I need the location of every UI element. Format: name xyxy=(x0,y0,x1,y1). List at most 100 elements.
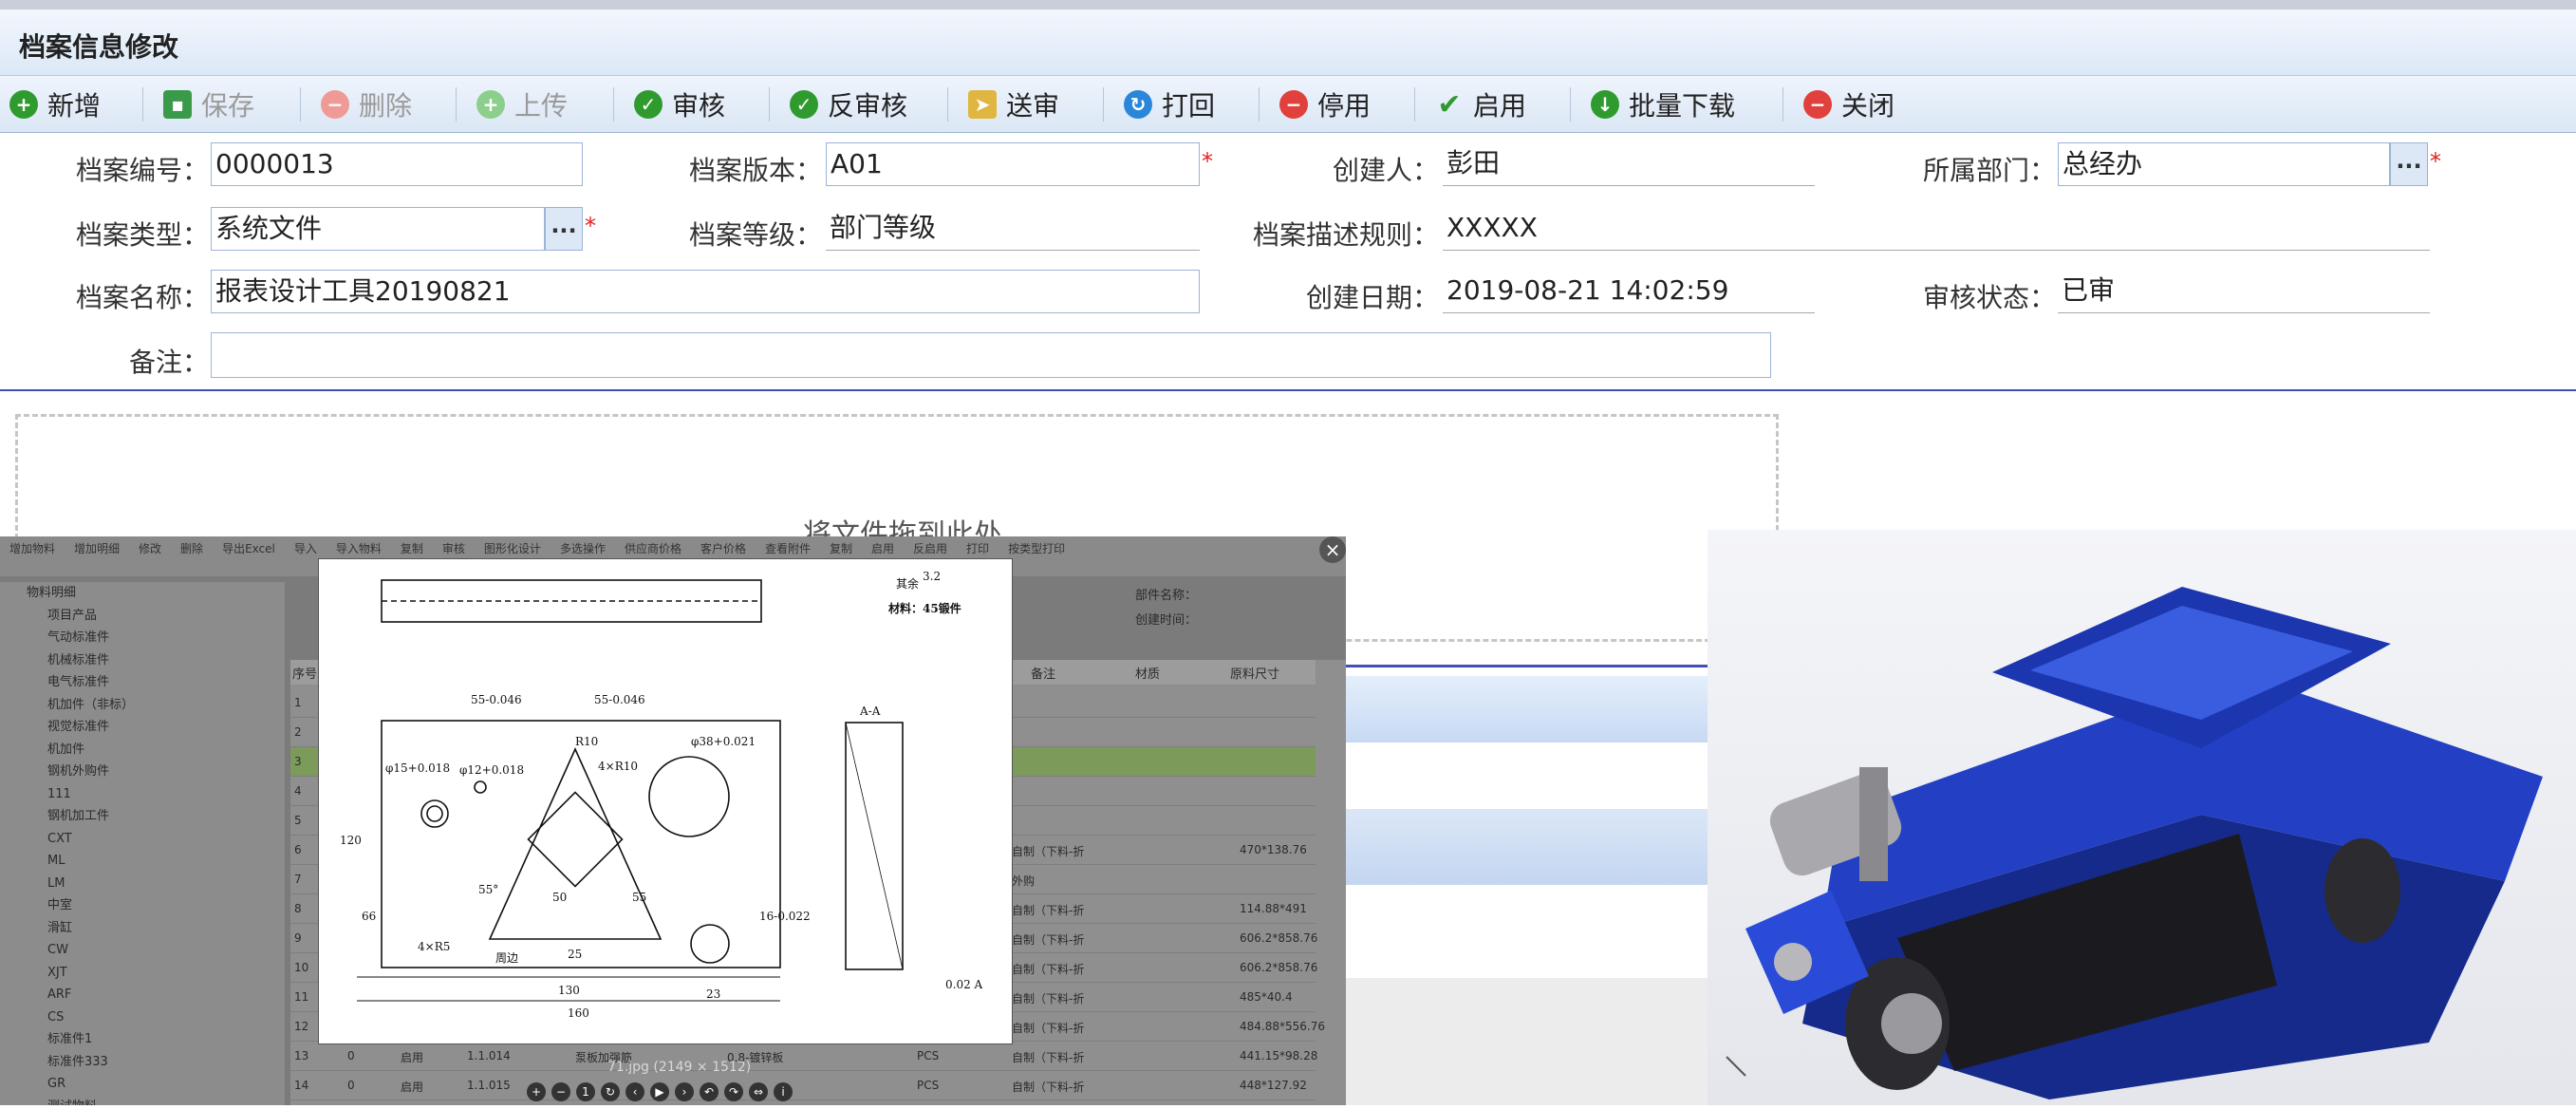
viewer-close-icon[interactable]: × xyxy=(1319,536,1346,563)
viewer-toolbar-item[interactable]: 增加物料 xyxy=(9,540,55,556)
dept-field[interactable]: 总经办 xyxy=(2058,142,2390,186)
viewer-toolbar-item[interactable]: 审核 xyxy=(442,540,465,556)
minus-icon: − xyxy=(1803,90,1832,119)
audit-button[interactable]: ✓ 审核 xyxy=(634,84,725,125)
viewer-toolbar-item[interactable]: 客户价格 xyxy=(700,540,746,556)
tree-item[interactable]: 电气标准件 xyxy=(0,671,285,694)
engineering-drawing: 其余 3.2 材料：45锻件 55-0.046 55-0.046 R10 φ38… xyxy=(318,558,1013,1044)
close-button[interactable]: − 关闭 xyxy=(1803,84,1895,125)
check-icon: ✓ xyxy=(634,90,663,119)
tree-item[interactable]: 钢机外购件 xyxy=(0,761,285,783)
table-row[interactable]: 13 0 启用 1.1.014 自制（下料-折 441.15*98.28 泵板加强筋 0.8-… xyxy=(290,1042,1317,1071)
dept-picker-button[interactable]: ... xyxy=(2390,142,2428,186)
tree-item[interactable]: 视觉标准件 xyxy=(0,716,285,739)
tree-item[interactable]: XJT xyxy=(0,962,285,985)
viewer-toolbar-item[interactable]: 按类型打印 xyxy=(1008,540,1065,556)
drawing-dim: φ12+0.018 xyxy=(459,763,524,777)
viewer-toolbar-item[interactable]: 导入 xyxy=(294,540,317,556)
viewer-toolbar-item[interactable]: 启用 xyxy=(871,540,894,556)
tree-item[interactable]: 机加件 xyxy=(0,739,285,761)
level-field[interactable]: 部门等级 xyxy=(826,207,1200,251)
table-cell: 13 xyxy=(294,1049,309,1062)
enable-button[interactable]: ✔ 启用 xyxy=(1435,84,1526,125)
title-bar: 档案信息修改 xyxy=(0,9,2576,76)
viewer-toolbar-item[interactable]: 打印 xyxy=(966,540,989,556)
tree-item[interactable]: ARF xyxy=(0,984,285,1006)
table-cell: 自制（下料-折 xyxy=(1012,963,1085,976)
viewer-toolbar-item[interactable]: 复制 xyxy=(830,540,852,556)
table-cell: 11 xyxy=(294,990,309,1004)
delete-button[interactable]: − 删除 xyxy=(321,84,412,125)
unaudit-button[interactable]: ✓ 反审核 xyxy=(790,84,907,125)
tree-item[interactable]: CS xyxy=(0,1006,285,1029)
name-field[interactable]: 报表设计工具20190821 xyxy=(211,270,1200,313)
next-icon[interactable]: › xyxy=(675,1082,694,1101)
viewer-toolbar-item[interactable]: 供应商价格 xyxy=(625,540,681,556)
tree-item[interactable]: 111 xyxy=(0,783,285,806)
viewer-toolbar-item[interactable]: 修改 xyxy=(139,540,161,556)
viewer-toolbar-item[interactable]: 增加明细 xyxy=(74,540,120,556)
add-button[interactable]: + 新增 xyxy=(9,84,101,125)
viewer-toolbar-item[interactable]: 查看附件 xyxy=(765,540,811,556)
close-label: 关闭 xyxy=(1841,90,1895,122)
viewer-toolbar-item[interactable]: 复制 xyxy=(401,540,423,556)
tree-item[interactable]: CXT xyxy=(0,828,285,851)
tree-item[interactable]: 标准件1 xyxy=(0,1028,285,1051)
batch-download-button[interactable]: ↓ 批量下载 xyxy=(1591,84,1735,125)
drawing-dim: R10 xyxy=(575,735,598,748)
upload-button[interactable]: + 上传 xyxy=(476,84,568,125)
rotate-icon[interactable]: ↻ xyxy=(601,1082,620,1101)
play-icon[interactable]: ▶ xyxy=(650,1082,669,1101)
save-button[interactable]: ▪ 保存 xyxy=(163,84,254,125)
submit-button[interactable]: ➤ 送审 xyxy=(968,84,1059,125)
window-top-strip xyxy=(0,0,2576,9)
type-field[interactable]: 系统文件 xyxy=(211,207,545,251)
tree-item[interactable]: 气动标准件 xyxy=(0,627,285,649)
tree-item[interactable]: 机加件（非标） xyxy=(0,694,285,717)
info-icon[interactable]: i xyxy=(774,1082,793,1101)
viewer-toolbar-item[interactable]: 删除 xyxy=(180,540,203,556)
tree-item[interactable]: GR xyxy=(0,1073,285,1096)
toolbar-divider xyxy=(1414,87,1415,122)
prev-icon[interactable]: ‹ xyxy=(625,1082,644,1101)
rotate-left-icon[interactable]: ↶ xyxy=(700,1082,719,1101)
viewer-toolbar-item[interactable]: 导入物料 xyxy=(336,540,382,556)
actual-size-icon[interactable]: 1 xyxy=(576,1082,595,1101)
table-cell: 606.2*858.76 xyxy=(1240,931,1318,945)
type-picker-button[interactable]: ... xyxy=(545,207,583,251)
zoom-out-icon[interactable]: − xyxy=(551,1082,570,1101)
tree-item[interactable]: 机械标准件 xyxy=(0,649,285,672)
zoom-in-icon[interactable]: + xyxy=(527,1082,546,1101)
viewer-toolbar-item[interactable]: 导出Excel xyxy=(222,540,275,556)
table-cell: 485*40.4 xyxy=(1240,990,1293,1004)
tree-item[interactable]: 滑缸 xyxy=(0,917,285,940)
tree-item[interactable]: LM xyxy=(0,873,285,895)
date-field[interactable]: 2019-08-21 14:02:59 xyxy=(1443,270,1815,313)
tree-item[interactable]: 中室 xyxy=(0,894,285,917)
tree-item[interactable]: 物料明细 xyxy=(0,582,285,605)
tree-item[interactable]: 钢机加工件 xyxy=(0,805,285,828)
drawing-dim: 55 xyxy=(632,891,646,904)
upload-label: 上传 xyxy=(514,90,569,122)
rotate-right-icon[interactable]: ↷ xyxy=(724,1082,743,1101)
table-row[interactable]: 14 0 启用 1.1.015 自制（下料-折 448*127.92 PCS xyxy=(290,1071,1316,1100)
viewer-toolbar-item[interactable]: 多选操作 xyxy=(560,540,606,556)
status-field[interactable]: 已审 xyxy=(2058,270,2430,313)
toolbar-divider xyxy=(1570,87,1571,122)
tree-item[interactable]: ML xyxy=(0,850,285,873)
creator-field[interactable]: 彭田 xyxy=(1443,142,1815,186)
return-button[interactable]: ↻ 打回 xyxy=(1124,84,1215,125)
tree-item[interactable]: 项目产品 xyxy=(0,605,285,628)
code-field[interactable]: 0000013 xyxy=(211,142,583,186)
tree-item[interactable]: CW xyxy=(0,939,285,962)
flip-icon[interactable]: ⇔ xyxy=(749,1082,768,1101)
note-field[interactable] xyxy=(211,332,1771,378)
tree-item[interactable]: 标准件333 xyxy=(0,1051,285,1074)
viewer-toolbar-item[interactable]: 反启用 xyxy=(913,540,947,556)
viewer-toolbar-item[interactable]: 图形化设计 xyxy=(484,540,541,556)
rule-field[interactable]: XXXXX xyxy=(1443,207,2430,251)
disable-button[interactable]: − 停用 xyxy=(1279,84,1371,125)
toolbar-divider xyxy=(1103,87,1104,122)
tree-item[interactable]: 测试物料 xyxy=(0,1096,285,1106)
version-field[interactable]: A01 xyxy=(826,142,1200,186)
